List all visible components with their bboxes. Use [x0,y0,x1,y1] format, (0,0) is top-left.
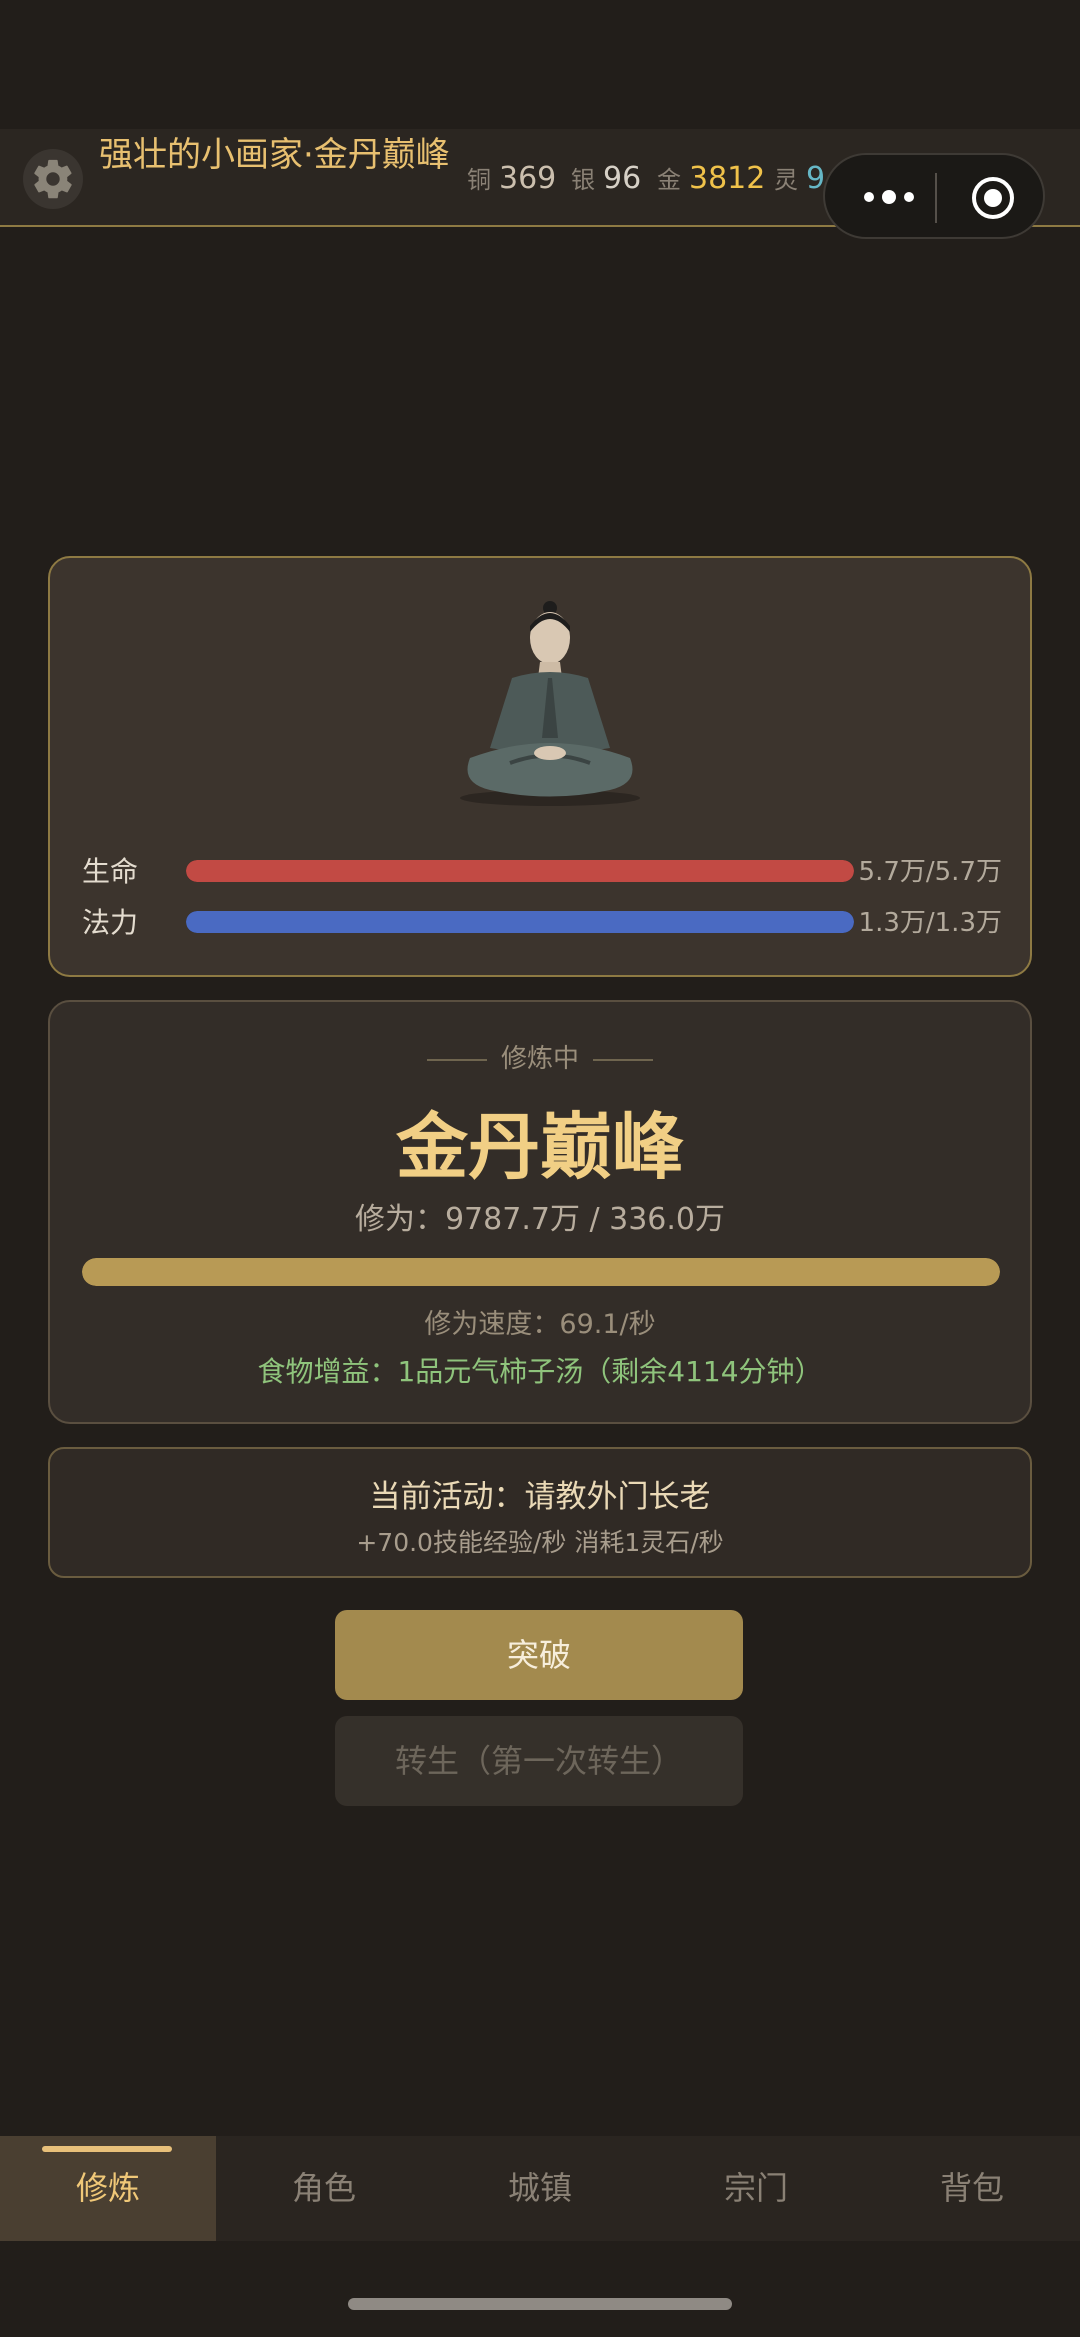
currency-gold: 金 3812 [657,161,766,196]
gear-icon [34,159,72,199]
meditating-cultivator-image [460,601,640,806]
cultivation-exp-text: 修为：9787.7万 / 336.0万 [354,1202,726,1237]
character-card: 生命 5.7万/5.7万 法力 1.3万/1.3万 [48,556,1032,977]
capsule-divider [935,173,937,223]
cultivation-status: 修炼中 [50,1038,1030,1075]
hp-bar-fill [186,860,854,882]
cultivation-card: 修炼中 金丹巅峰 修为：9787.7万 / 336.0万 修为速度：69.1/秒… [48,1000,1032,1424]
activity-title: 当前活动：请教外门长老 [369,1479,711,1515]
cultivation-exp-bar-fill [82,1258,1000,1286]
activity-detail: +70.0技能经验/秒 消耗1灵石/秒 [356,1528,724,1557]
cultivation-exp-bar [82,1258,1000,1286]
hp-row: 生命 5.7万/5.7万 [82,855,1002,888]
food-buff: 食物增益：1品元气柿子汤（剩余4114分钟） [257,1355,823,1388]
nav-tab-bag[interactable]: 背包 [864,2136,1080,2241]
mp-bar-fill [186,911,854,933]
active-tab-indicator [42,2146,172,2152]
nav-tab-sect[interactable]: 宗门 [648,2136,864,2241]
current-activity-card[interactable]: 当前活动：请教外门长老 +70.0技能经验/秒 消耗1灵石/秒 [48,1447,1032,1578]
mp-row: 法力 1.3万/1.3万 [82,906,1002,939]
hp-bar [186,860,854,882]
home-indicator[interactable] [348,2298,732,2310]
currency-copper: 铜 369 [467,161,557,196]
currency-silver: 银 96 [571,161,642,196]
settings-button[interactable] [23,149,83,209]
mp-bar [186,911,854,933]
cultivation-speed: 修为速度：69.1/秒 [424,1309,656,1340]
breakthrough-button[interactable]: 突破 [335,1610,743,1700]
bottom-nav: 修炼 角色 城镇 宗门 背包 [0,2136,1080,2241]
player-title: 强壮的小画家·金丹巅峰 [99,135,450,175]
more-dots-icon[interactable] [855,177,935,217]
miniprogram-capsule [823,153,1045,239]
nav-tab-town[interactable]: 城镇 [432,2136,648,2241]
rebirth-button[interactable]: 转生（第一次转生） [335,1716,743,1806]
target-circle-icon[interactable] [970,175,1016,221]
nav-tab-cultivate[interactable]: 修炼 [0,2136,216,2241]
realm-title: 金丹巅峰 [395,1105,684,1189]
nav-tab-character[interactable]: 角色 [216,2136,432,2241]
